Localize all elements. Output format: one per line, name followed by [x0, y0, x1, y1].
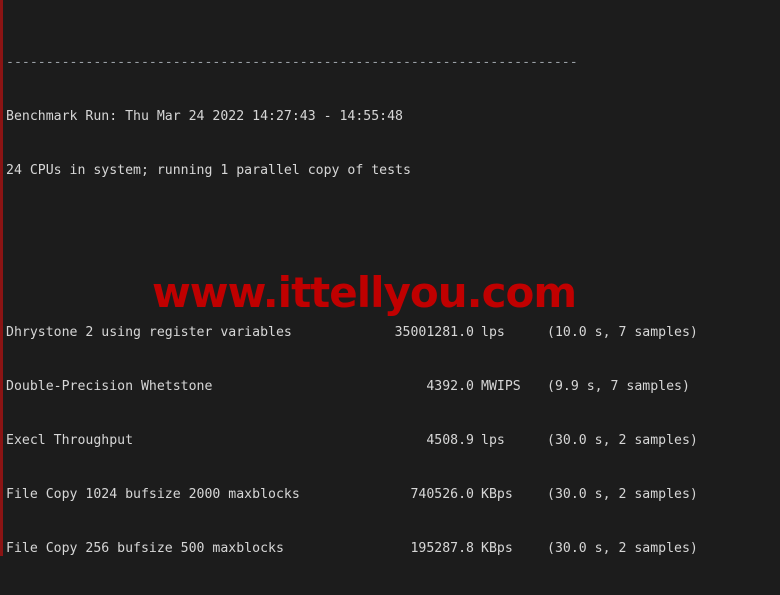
result-row: Dhrystone 2 using register variables 350… — [6, 324, 766, 342]
top-rule: ----------------------------------------… — [6, 55, 578, 70]
result-row: Double-Precision Whetstone 4392.0 MWIPS … — [6, 378, 766, 396]
result-row: File Copy 1024 bufsize 2000 maxblocks 74… — [6, 486, 766, 504]
benchmark-run-line: Benchmark Run: Thu Mar 24 2022 14:27:43 … — [6, 109, 403, 124]
result-value: 4392.0 — [426, 379, 474, 394]
result-value: 195287.8 — [410, 541, 474, 556]
result-value: 4508.9 — [426, 433, 474, 448]
result-samples: (10.0 s, 7 samples) — [547, 325, 698, 340]
result-unit: MWIPS — [481, 379, 521, 394]
result-samples: (30.0 s, 2 samples) — [547, 433, 698, 448]
cpu-info-line: 24 CPUs in system; running 1 parallel co… — [6, 163, 411, 178]
result-unit: KBps — [481, 487, 513, 502]
result-name: Dhrystone 2 using register variables — [6, 325, 292, 340]
terminal-output: ----------------------------------------… — [6, 0, 766, 595]
left-accent-stripe — [0, 0, 3, 556]
result-name: File Copy 1024 bufsize 2000 maxblocks — [6, 487, 300, 502]
result-samples: (9.9 s, 7 samples) — [547, 379, 690, 394]
result-value: 740526.0 — [410, 487, 474, 502]
result-unit: KBps — [481, 541, 513, 556]
result-row: Execl Throughput 4508.9 lps (30.0 s, 2 s… — [6, 432, 766, 450]
result-value: 35001281.0 — [394, 325, 474, 340]
result-unit: lps — [481, 325, 505, 340]
result-unit: lps — [481, 433, 505, 448]
result-name: Double-Precision Whetstone — [6, 379, 213, 394]
result-name: Execl Throughput — [6, 433, 134, 448]
terminal-window: ----------------------------------------… — [0, 0, 780, 595]
results-section: Dhrystone 2 using register variables 350… — [6, 288, 766, 595]
result-samples: (30.0 s, 2 samples) — [547, 541, 698, 556]
result-name: File Copy 256 bufsize 500 maxblocks — [6, 541, 284, 556]
result-row: File Copy 256 bufsize 500 maxblocks 1952… — [6, 540, 766, 558]
result-samples: (30.0 s, 2 samples) — [547, 487, 698, 502]
